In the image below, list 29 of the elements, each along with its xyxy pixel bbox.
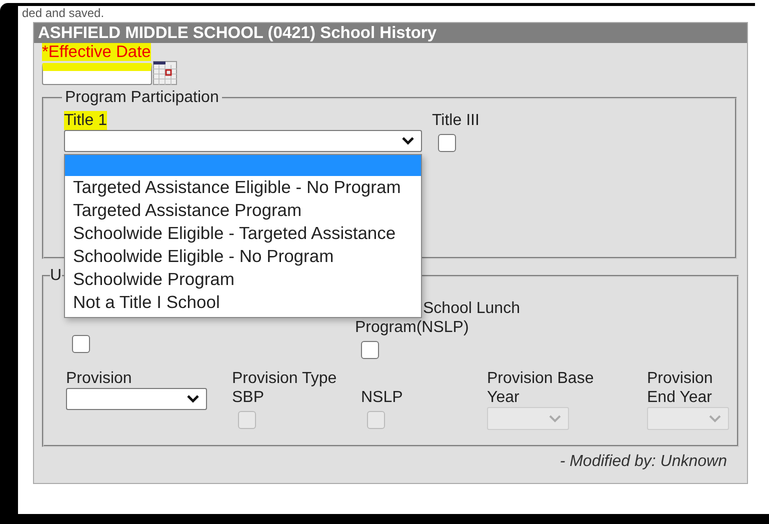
dropdown-option[interactable]: Schoolwide Eligible - No Program xyxy=(65,245,421,268)
chevron-down-icon xyxy=(708,414,722,424)
group-legend: U xyxy=(50,267,62,285)
modified-by-text: - Modified by: Unknown xyxy=(558,452,728,471)
field-label: Provision xyxy=(66,369,132,388)
chevron-down-icon xyxy=(186,394,200,404)
calendar-icon[interactable] xyxy=(153,61,177,85)
group-legend: Program Participation xyxy=(62,89,222,107)
field-label: *Effective Date xyxy=(42,43,151,61)
field-label: Provision Type SBP xyxy=(232,369,338,407)
chevron-down-icon xyxy=(548,414,562,424)
notice-text: ded and saved. xyxy=(21,6,106,22)
dropdown-option[interactable]: Schoolwide Program xyxy=(65,268,421,291)
checkbox[interactable] xyxy=(72,335,90,353)
provision-select[interactable] xyxy=(66,388,207,410)
field-label: Provision Base Year xyxy=(487,369,595,407)
field-label: Title 1 xyxy=(64,111,107,130)
dropdown-option[interactable]: Schoolwide Eligible - Targeted Assistance xyxy=(65,222,421,245)
panel-title: ASHFIELD MIDDLE SCHOOL (0421) School History xyxy=(34,23,747,43)
dropdown-option[interactable]: Targeted Assistance Eligible - No Program xyxy=(65,176,421,199)
checkbox[interactable] xyxy=(438,134,456,152)
field-label: Provision End Year xyxy=(647,369,714,407)
field-label: NSLP xyxy=(361,388,403,407)
field-label: Title III xyxy=(432,111,480,130)
title-1-select[interactable] xyxy=(64,130,422,152)
date-field[interactable] xyxy=(42,63,152,85)
checkbox[interactable] xyxy=(361,341,379,359)
dropdown-option[interactable]: Targeted Assistance Program xyxy=(65,199,421,222)
chevron-down-icon xyxy=(401,136,415,146)
